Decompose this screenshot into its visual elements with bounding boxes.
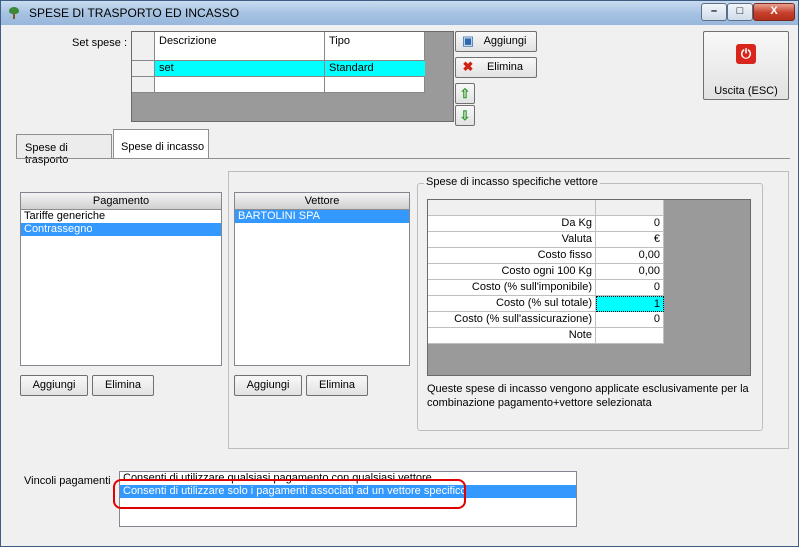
table-row[interactable]: set Standard bbox=[155, 61, 425, 77]
tab-spese-di-trasporto[interactable]: Spese di trasporto bbox=[16, 134, 112, 166]
incasso-value-costo-totale[interactable]: 1 bbox=[596, 296, 664, 312]
incasso-label-costo-fisso: Costo fisso bbox=[428, 248, 596, 264]
incasso-value-costo-fisso[interactable]: 0,00 bbox=[596, 248, 664, 264]
incasso-label-valuta: Valuta bbox=[428, 232, 596, 248]
delete-x-icon: ✖ bbox=[462, 59, 474, 74]
column-header-descrizione[interactable]: Descrizione bbox=[155, 32, 325, 61]
incasso-label-costo-100kg: Costo ogni 100 Kg bbox=[428, 264, 596, 280]
client-area: Set spese : Descrizione Tipo set Standar… bbox=[5, 26, 794, 542]
incasso-grid: Da Kg 0 Valuta € Costo fisso 0,00 Costo … bbox=[427, 199, 751, 376]
pagamento-list[interactable]: Pagamento Tariffe generiche Contrassegno bbox=[20, 192, 222, 366]
cell-tipo[interactable]: Standard bbox=[329, 62, 374, 74]
list-item[interactable]: Tariffe generiche bbox=[21, 210, 221, 223]
incasso-label-costo-totale: Costo (% sul totale) bbox=[428, 296, 596, 312]
aggiungi-vettore-button[interactable]: Aggiungi bbox=[234, 375, 302, 396]
tab-spese-di-incasso[interactable]: Spese di incasso bbox=[113, 129, 209, 159]
set-spese-label: Set spese : bbox=[72, 37, 128, 49]
incasso-value-da-kg[interactable]: 0 bbox=[596, 216, 664, 232]
vettore-header: Vettore bbox=[235, 193, 409, 210]
arrow-down-icon: ⇩ bbox=[459, 108, 471, 123]
aggiungi-set-button[interactable]: ▣ Aggiungi bbox=[455, 31, 537, 52]
new-row-tipo[interactable] bbox=[325, 77, 425, 93]
incasso-value-costo-100kg[interactable]: 0,00 bbox=[596, 264, 664, 280]
window-title: SPESE DI TRASPORTO ED INCASSO bbox=[29, 6, 240, 20]
elimina-vettore-button[interactable]: Elimina bbox=[306, 375, 368, 396]
incasso-note-text: Queste spese di incasso vengono applicat… bbox=[427, 383, 749, 409]
incasso-label-costo-assicurazione: Costo (% sull'assicurazione) bbox=[428, 312, 596, 328]
elimina-set-button[interactable]: ✖ Elimina bbox=[455, 57, 537, 78]
incasso-value-costo-assicurazione[interactable]: 0 bbox=[596, 312, 664, 328]
set-spese-grid: Descrizione Tipo set Standard bbox=[131, 31, 454, 122]
vincoli-label: Vincoli pagamenti bbox=[24, 475, 111, 487]
cell-descrizione[interactable]: set bbox=[159, 62, 174, 74]
incasso-label-note: Note bbox=[428, 328, 596, 344]
vettore-list[interactable]: Vettore BARTOLINI SPA bbox=[234, 192, 410, 366]
incasso-label-da-kg: Da Kg bbox=[428, 216, 596, 232]
uscita-button[interactable]: ⏻ Uscita (ESC) bbox=[703, 31, 789, 100]
incasso-value-valuta[interactable]: € bbox=[596, 232, 664, 248]
aggiungi-pagamento-button[interactable]: Aggiungi bbox=[20, 375, 88, 396]
list-item[interactable]: BARTOLINI SPA bbox=[235, 210, 409, 223]
close-button[interactable]: X bbox=[753, 3, 795, 21]
main-window: SPESE DI TRASPORTO ED INCASSO – □ X Set … bbox=[0, 0, 799, 547]
add-document-icon: ▣ bbox=[461, 33, 475, 48]
elimina-pagamento-button[interactable]: Elimina bbox=[92, 375, 154, 396]
power-icon: ⏻ bbox=[736, 44, 756, 64]
app-icon bbox=[9, 7, 19, 19]
move-down-button[interactable]: ⇩ bbox=[455, 105, 475, 126]
title-bar[interactable]: SPESE DI TRASPORTO ED INCASSO – □ X bbox=[1, 1, 798, 25]
incasso-group-title: Spese di incasso specifiche vettore bbox=[424, 176, 600, 188]
incasso-label-costo-imponibile: Costo (% sull'imponibile) bbox=[428, 280, 596, 296]
minimize-button[interactable]: – bbox=[701, 3, 727, 21]
arrow-up-icon: ⇧ bbox=[459, 86, 471, 101]
incasso-value-note[interactable] bbox=[596, 328, 664, 344]
new-row-descrizione[interactable] bbox=[155, 77, 325, 93]
maximize-button[interactable]: □ bbox=[727, 3, 753, 21]
move-up-button[interactable]: ⇧ bbox=[455, 83, 475, 104]
incasso-value-costo-imponibile[interactable]: 0 bbox=[596, 280, 664, 296]
pagamento-header: Pagamento bbox=[21, 193, 221, 210]
row-indicator[interactable] bbox=[132, 61, 155, 77]
column-header-tipo[interactable]: Tipo bbox=[325, 32, 425, 61]
highlight-annotation bbox=[113, 479, 466, 509]
list-item[interactable]: Contrassegno bbox=[21, 223, 221, 236]
